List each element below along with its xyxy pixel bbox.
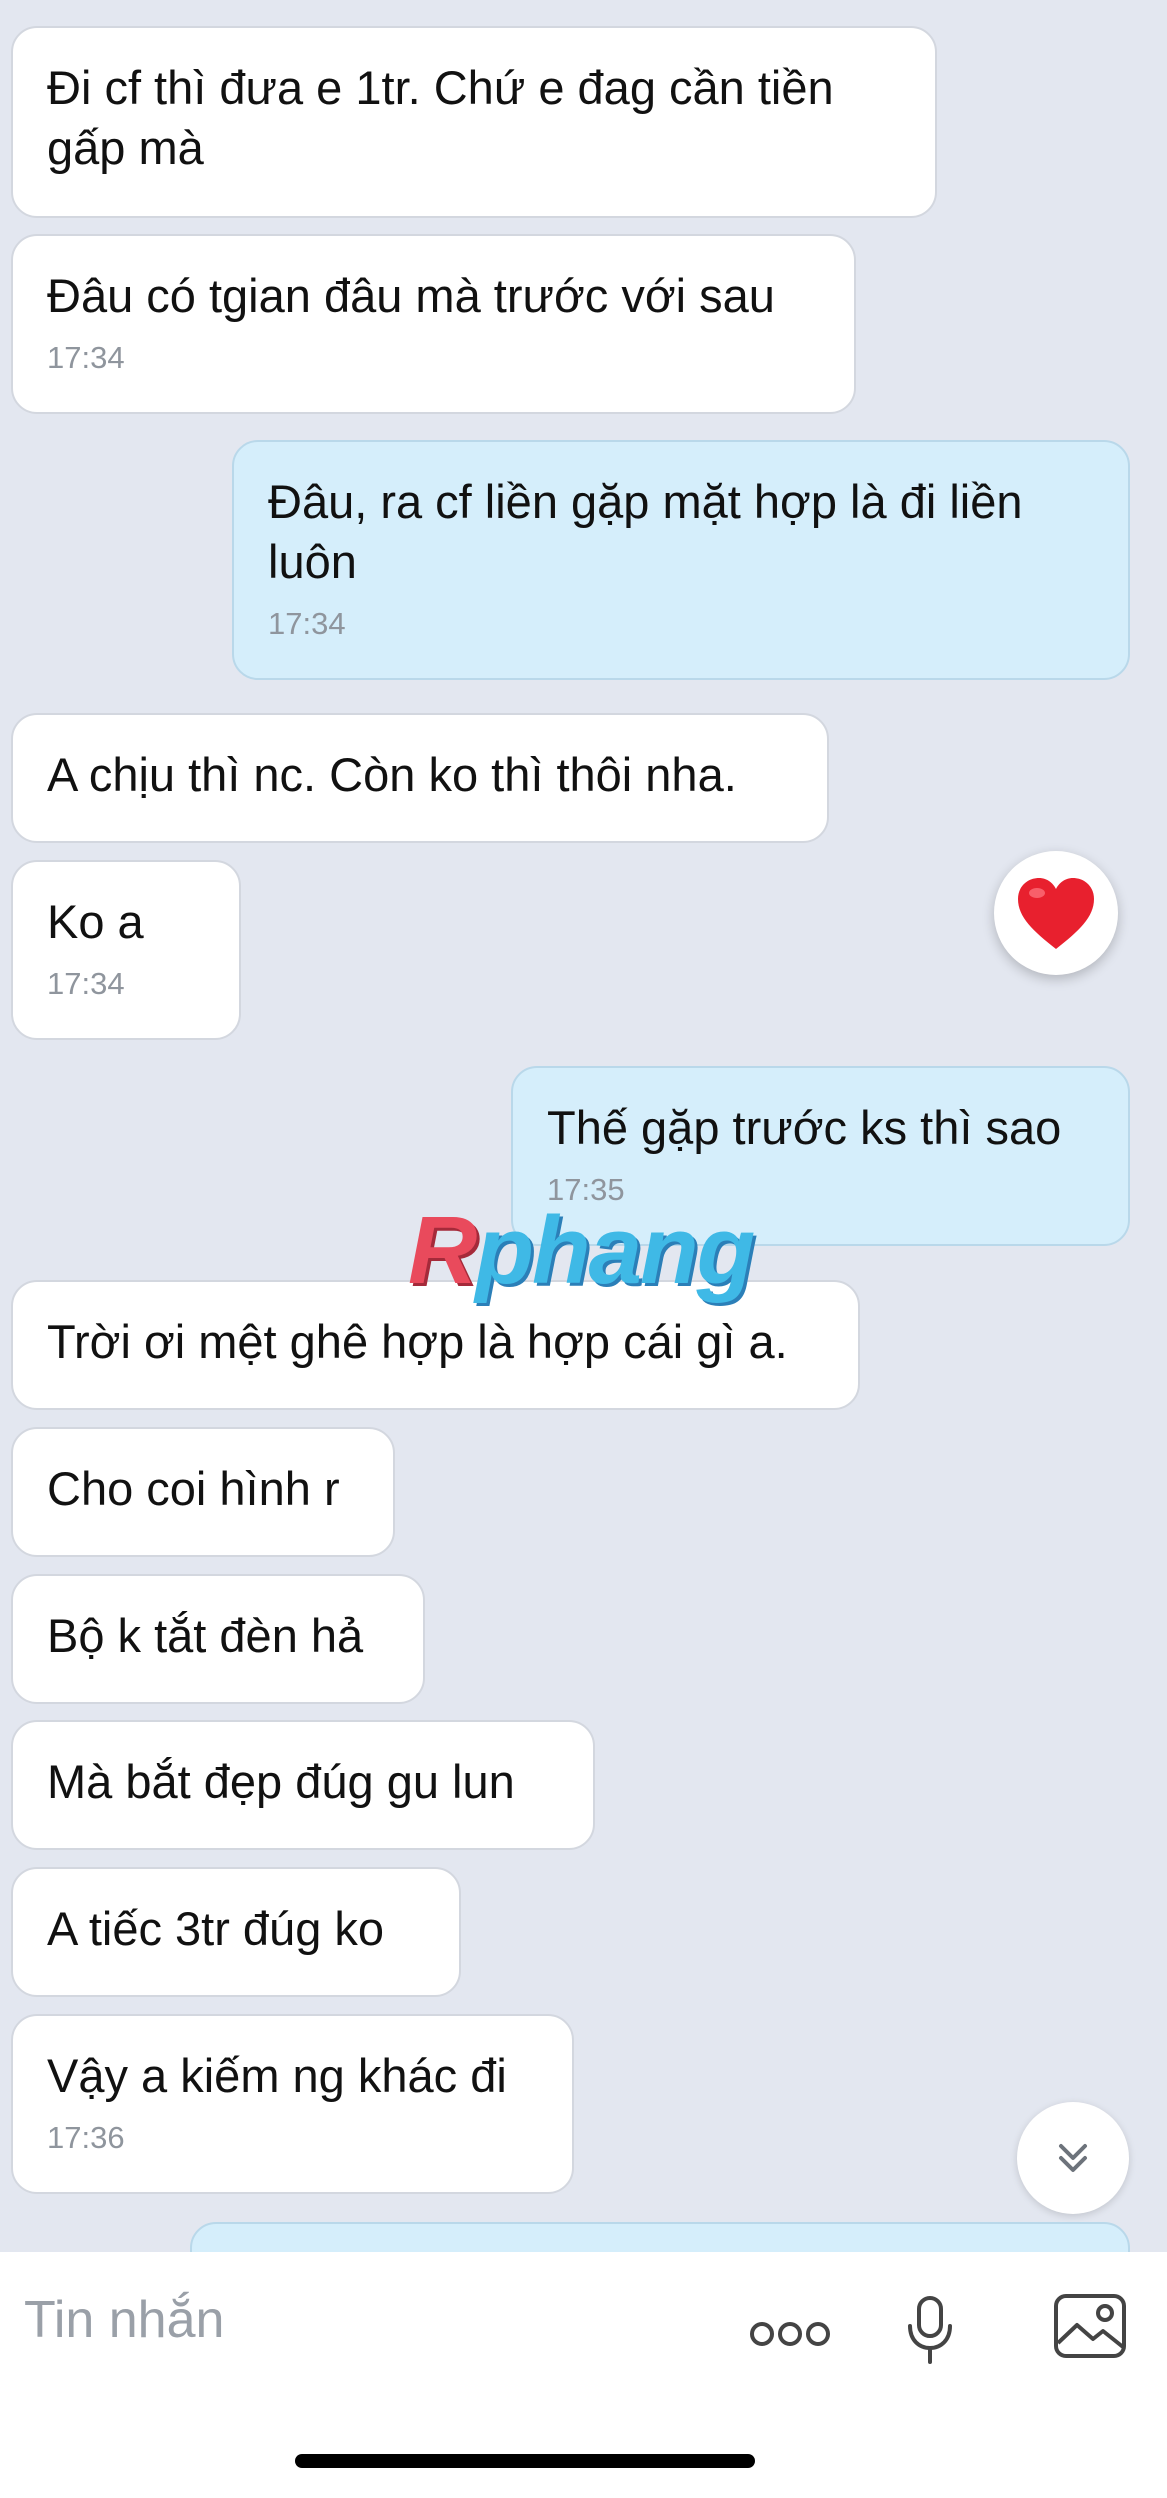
message-text: Đâu, ra cf liền gặp mặt hợp là đi liền l… [268,475,1023,588]
chevron-double-down-icon [1059,2144,1087,2172]
message-bubble-outgoing[interactable]: Đâu, ra cf liền gặp mặt hợp là đi liền l… [232,440,1130,680]
more-button[interactable] [745,2312,835,2356]
message-bubble[interactable]: A chịu thì nc. Còn ko thì thôi nha. [11,713,829,843]
message-input[interactable]: Tin nhắn [24,2290,224,2350]
message-text: Cho coi hình r [47,1462,340,1515]
message-bubble-outgoing-partial[interactable] [190,2222,1130,2252]
message-text: Vậy a kiếm ng khác đi [47,2049,507,2102]
message-text: Đâu có tgian đâu mà trước với sau [47,269,775,322]
message-composer: Tin nhắn [0,2252,1167,2498]
image-icon [1054,2294,1126,2358]
message-bubble[interactable]: Đâu có tgian đâu mà trước với sau 17:34 [11,234,856,414]
watermark-text: phang [475,1197,755,1304]
message-text: A chịu thì nc. Còn ko thì thôi nha. [47,748,737,801]
message-time: 17:34 [47,340,125,375]
message-text: Mà bắt đẹp đúg gu lun [47,1755,515,1808]
microphone-icon [908,2296,952,2364]
message-bubble[interactable]: Cho coi hình r [11,1427,395,1557]
voice-button[interactable] [900,2290,960,2370]
watermark-letter: R [408,1197,477,1304]
reaction-badge[interactable] [994,851,1118,975]
message-bubble[interactable]: Ko a 17:34 [11,860,241,1040]
message-bubble[interactable]: Vậy a kiếm ng khác đi 17:36 [11,2014,574,2194]
heart-icon [1018,878,1094,949]
message-text: Trời ơi mệt ghê hợp là hợp cái gì a. [47,1315,788,1368]
message-text: Ko a [47,895,144,948]
more-dots-icon [750,2322,830,2346]
chat-area[interactable]: Đi cf thì đưa e 1tr. Chứ e đag cần tiền … [0,0,1167,2252]
message-bubble[interactable]: Mà bắt đẹp đúg gu lun [11,1720,595,1850]
message-bubble[interactable]: A tiếc 3tr đúg ko [11,1867,461,1997]
message-time: 17:34 [47,966,125,1001]
watermark-logo: Rphang [408,1196,755,1306]
image-button[interactable] [1050,2286,1130,2366]
message-time: 17:36 [47,2120,125,2155]
scroll-to-bottom-button[interactable] [1017,2102,1129,2214]
message-bubble[interactable]: Bộ k tắt đèn hả [11,1574,425,1704]
message-text: A tiếc 3tr đúg ko [47,1902,385,1955]
message-bubble[interactable]: Đi cf thì đưa e 1tr. Chứ e đag cần tiền … [11,26,937,218]
message-time: 17:34 [268,606,346,641]
home-indicator [295,2454,755,2468]
message-text: Bộ k tắt đèn hả [47,1609,364,1662]
message-text: Đi cf thì đưa e 1tr. Chứ e đag cần tiền … [47,61,834,174]
message-text: Thế gặp trước ks thì sao [547,1101,1062,1154]
